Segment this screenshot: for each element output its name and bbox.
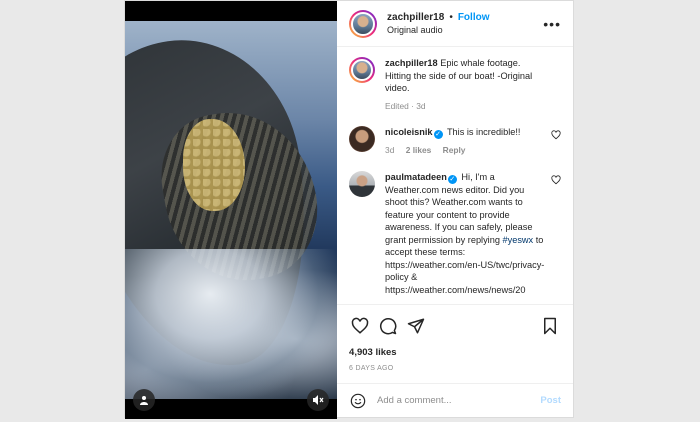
caption: zachpiller18 Epic whale footage. Hitting…: [349, 57, 561, 112]
comment-like-heart-icon[interactable]: [551, 174, 561, 187]
comment-icon[interactable]: [377, 315, 399, 337]
post-sidebar: zachpiller18 • Follow Original audio •••…: [337, 1, 573, 417]
author-avatar[interactable]: [349, 9, 378, 38]
commenter-username[interactable]: nicoleisnik: [385, 127, 433, 137]
post-comment-button[interactable]: Post: [540, 395, 561, 406]
caption-avatar[interactable]: [349, 57, 376, 83]
separator-dot: •: [449, 12, 453, 23]
audio-label[interactable]: Original audio: [387, 25, 543, 35]
comment-input[interactable]: [377, 395, 541, 406]
comment-item: nicoleisnik ✓ This is incredible!! 3d 2 l…: [349, 126, 561, 157]
commenter-username[interactable]: paulmatadeen: [385, 172, 447, 182]
whale-barnacles: [183, 119, 245, 211]
post-header: zachpiller18 • Follow Original audio •••: [337, 1, 573, 47]
comment-text: This is incredible!!: [446, 127, 521, 137]
add-comment-bar: Post: [337, 383, 573, 417]
follow-button[interactable]: Follow: [458, 12, 490, 23]
comment-like-heart-icon[interactable]: [551, 130, 561, 142]
user-tag-icon[interactable]: [133, 389, 155, 411]
more-horizontal-icon[interactable]: •••: [543, 16, 561, 32]
hashtag-link[interactable]: #yeswx: [503, 235, 534, 245]
verified-badge-icon: ✓: [447, 174, 457, 184]
heart-icon[interactable]: [349, 315, 371, 337]
comment-likes[interactable]: 2 likes: [406, 145, 432, 155]
share-icon[interactable]: [405, 315, 427, 337]
verified-badge-icon: ✓: [433, 130, 443, 139]
caption-meta: Edited · 3d: [385, 100, 426, 111]
commenter-avatar[interactable]: [349, 170, 376, 197]
instagram-post-modal: zachpiller18 • Follow Original audio •••…: [124, 0, 574, 419]
post-timestamp[interactable]: 6 DAYS AGO: [349, 365, 561, 372]
commenter-avatar[interactable]: [349, 126, 376, 152]
caption-username[interactable]: zachpiller18: [385, 58, 438, 68]
emoji-icon[interactable]: [349, 392, 367, 410]
whale-video[interactable]: [125, 21, 338, 399]
comment-time[interactable]: 3d: [385, 145, 394, 155]
bookmark-icon[interactable]: [539, 315, 561, 337]
muted-speaker-icon[interactable]: [307, 389, 330, 411]
post-actions: 4,903 likes 6 DAYS AGO: [337, 304, 573, 383]
likes-count[interactable]: 4,903 likes: [349, 347, 561, 358]
author-username[interactable]: zachpiller18: [387, 12, 444, 23]
post-media[interactable]: [125, 1, 338, 419]
water-spray: [125, 249, 338, 399]
reply-button[interactable]: Reply: [443, 145, 466, 155]
comment-item: paulmatadeen ✓ Hi, I'm a Weather.com news…: [349, 170, 561, 297]
author-info: zachpiller18 • Follow Original audio: [387, 12, 543, 35]
comments-list[interactable]: zachpiller18 Epic whale footage. Hitting…: [337, 47, 573, 304]
